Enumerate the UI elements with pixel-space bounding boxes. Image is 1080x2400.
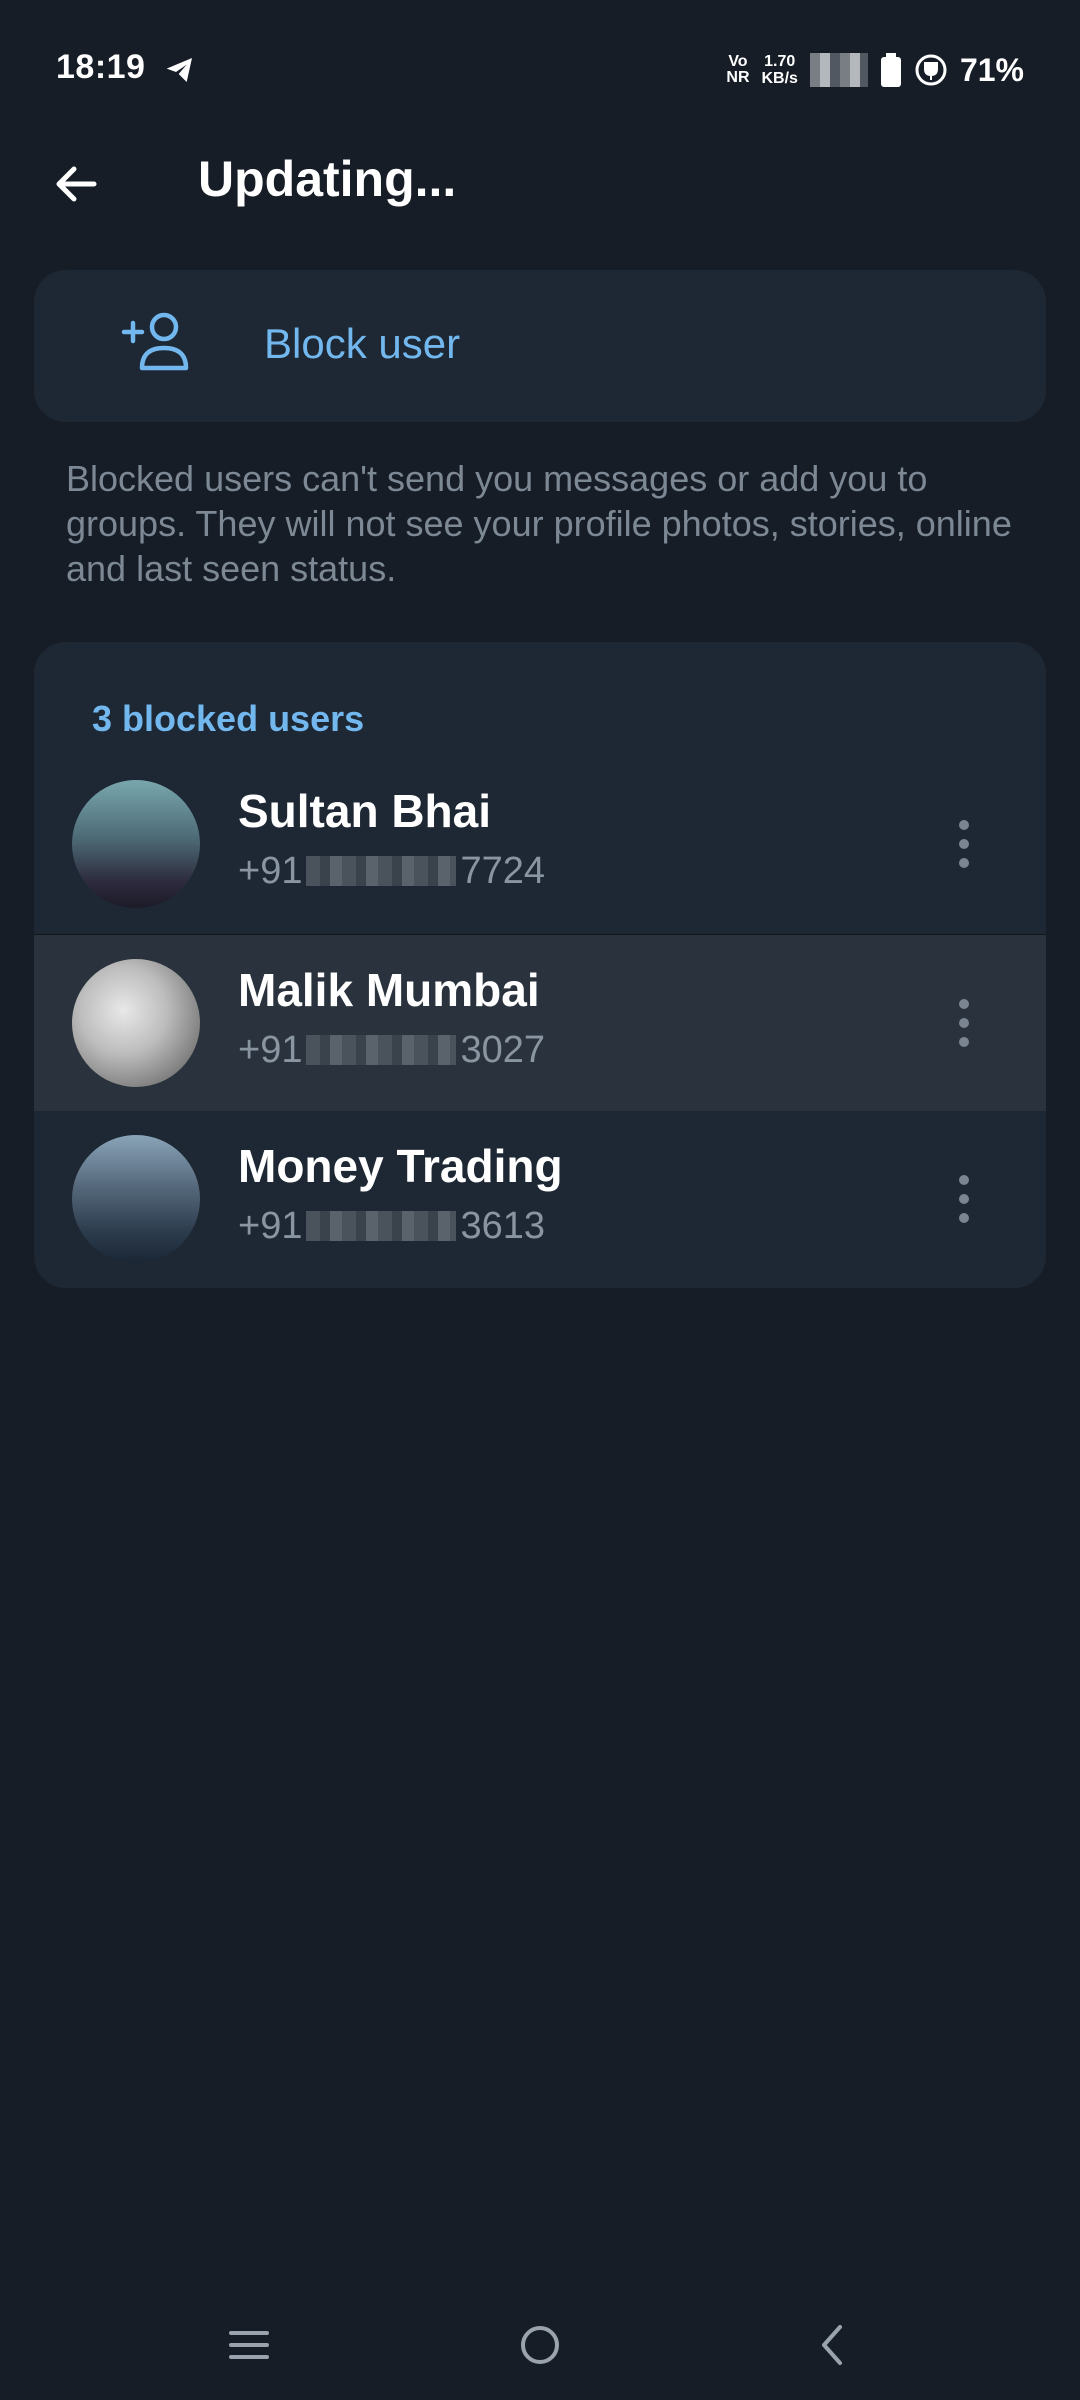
phone-prefix: +91 (238, 1205, 303, 1247)
avatar (72, 959, 200, 1087)
battery-icon (880, 53, 901, 87)
more-vert-icon (959, 820, 969, 830)
phone-suffix: 3027 (460, 1029, 546, 1071)
user-phone: +91 7724 (238, 850, 545, 893)
user-name: Sultan Bhai (238, 785, 492, 837)
volte-line2: NR (726, 69, 750, 86)
phone-redacted (306, 1035, 457, 1065)
home-button[interactable] (505, 2310, 575, 2380)
blocked-users-count: 3 blocked users (92, 698, 365, 739)
more-vert-icon (959, 1175, 969, 1185)
user-phone: +91 3613 (238, 1205, 545, 1248)
add-user-icon (121, 312, 189, 371)
phone-suffix: 3613 (460, 1205, 546, 1247)
signal-icon (809, 53, 868, 87)
phone-prefix: +91 (238, 1029, 303, 1071)
volte-indicator: Vo NR (726, 54, 749, 86)
avatar (72, 780, 200, 908)
battery-saver-icon (915, 54, 947, 86)
phone-redacted (306, 856, 457, 886)
block-user-button[interactable]: Block user (34, 270, 1046, 422)
telegram-icon (166, 58, 192, 82)
more-options-button[interactable] (942, 1155, 986, 1243)
more-options-button[interactable] (942, 979, 986, 1067)
user-name: Malik Mumbai (238, 964, 540, 1016)
list-item[interactable]: Money Trading +91 3613 (34, 1111, 1046, 1287)
arrow-left-icon (56, 166, 97, 202)
back-button[interactable] (44, 152, 108, 216)
avatar (72, 1135, 200, 1263)
battery-percent: 71% (959, 51, 1024, 88)
chevron-left-icon (822, 2325, 842, 2365)
block-user-label: Block user (264, 320, 461, 367)
system-nav-bar (0, 2290, 1080, 2400)
blocked-users-list: 3 blocked users Sultan Bhai +91 7724 Mali… (34, 642, 1046, 1288)
menu-icon (229, 2331, 269, 2359)
blocked-users-info: Blocked users can't send you messages or… (66, 458, 1012, 589)
user-phone: +91 3027 (238, 1029, 545, 1072)
volte-line1: Vo (728, 53, 748, 70)
home-circle-icon (521, 2326, 559, 2364)
more-vert-icon (959, 999, 969, 1009)
phone-suffix: 7724 (460, 850, 546, 892)
app-header: Updating... (0, 130, 1080, 230)
user-name: Money Trading (238, 1140, 563, 1192)
page-title: Updating... (198, 151, 457, 207)
network-speed: 1.70 KB/s (762, 53, 798, 87)
system-back-button[interactable] (797, 2310, 867, 2380)
recents-button[interactable] (214, 2310, 284, 2380)
list-item[interactable]: Malik Mumbai +91 3027 (34, 935, 1046, 1111)
status-time: 18:19 (56, 48, 146, 86)
network-speed-value: 1.70 (764, 53, 796, 70)
phone-prefix: +91 (238, 850, 303, 892)
list-item[interactable]: Sultan Bhai +91 7724 (34, 756, 1046, 932)
more-options-button[interactable] (942, 800, 986, 888)
network-speed-unit: KB/s (761, 70, 798, 87)
phone-redacted (306, 1211, 457, 1241)
status-bar: 18:19 Vo NR 1.70 KB/s 71% (0, 0, 1080, 140)
